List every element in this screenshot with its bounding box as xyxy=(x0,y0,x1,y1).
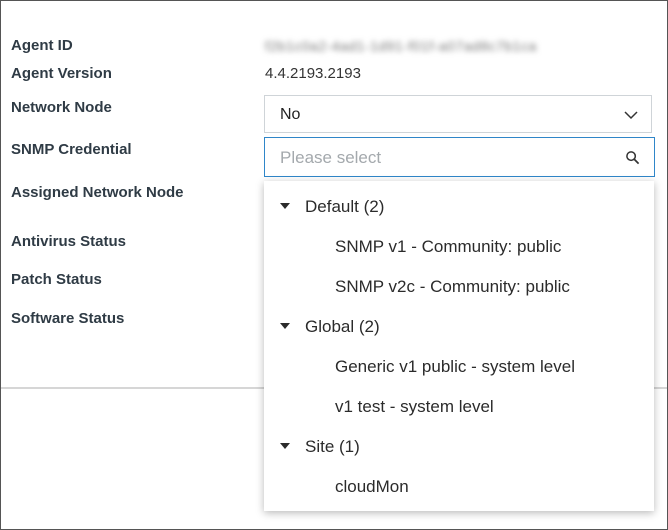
agent-version-value: 4.4.2193.2193 xyxy=(265,65,361,82)
search-icon xyxy=(626,151,640,165)
option-cloudmon[interactable]: cloudMon xyxy=(264,467,654,507)
option-snmp-v1-public[interactable]: SNMP v1 - Community: public xyxy=(264,227,654,267)
agent-version-label: Agent Version xyxy=(11,65,112,82)
snmp-credential-label: SNMP Credential xyxy=(11,141,132,158)
patch-status-label: Patch Status xyxy=(11,271,102,288)
option-generic-v1-public[interactable]: Generic v1 public - system level xyxy=(264,347,654,387)
group-label: Site (1) xyxy=(305,437,360,456)
group-label: Global (2) xyxy=(305,317,380,336)
assigned-network-node-label: Assigned Network Node xyxy=(11,184,184,201)
option-v1-test[interactable]: v1 test - system level xyxy=(264,387,654,427)
group-site[interactable]: Site (1) xyxy=(264,427,654,467)
antivirus-status-label: Antivirus Status xyxy=(11,233,127,250)
group-label: Default (2) xyxy=(305,197,385,216)
caret-down-icon xyxy=(280,443,290,449)
group-global[interactable]: Global (2) xyxy=(264,307,654,347)
snmp-credential-search-input[interactable]: Please select xyxy=(264,137,655,177)
caret-down-icon xyxy=(280,203,290,209)
option-label: Generic v1 public - system level xyxy=(335,357,575,376)
chevron-down-icon xyxy=(624,111,638,120)
network-node-label: Network Node xyxy=(11,99,112,116)
option-label: v1 test - system level xyxy=(335,397,494,416)
agent-id-label: Agent ID xyxy=(11,37,73,54)
caret-down-icon xyxy=(280,323,290,329)
snmp-credential-placeholder: Please select xyxy=(280,148,382,167)
option-label: SNMP v1 - Community: public xyxy=(335,237,562,256)
snmp-credential-dropdown: Default (2) SNMP v1 - Community: public … xyxy=(264,181,654,511)
agent-id-value: f2b1c0a2-4ad1-1d91-f01f-a07ad8c7b1ca xyxy=(265,38,537,54)
option-label: SNMP v2c - Community: public xyxy=(335,277,570,296)
network-node-select[interactable]: No xyxy=(264,95,652,133)
group-default[interactable]: Default (2) xyxy=(264,187,654,227)
network-node-selected-value: No xyxy=(280,106,301,123)
option-snmp-v2c-public[interactable]: SNMP v2c - Community: public xyxy=(264,267,654,307)
option-label: cloudMon xyxy=(335,477,409,496)
software-status-label: Software Status xyxy=(11,310,125,327)
